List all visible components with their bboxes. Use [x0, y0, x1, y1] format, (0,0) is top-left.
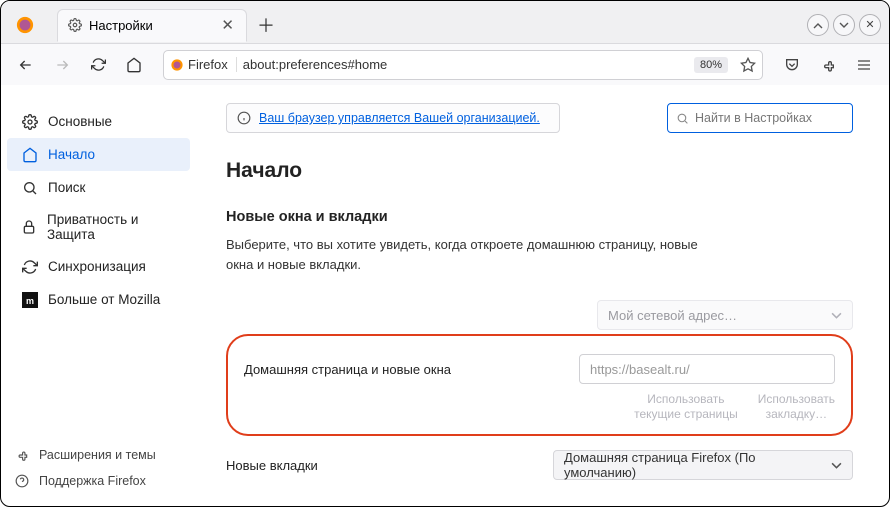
- org-notice: Ваш браузер управляется Вашей организаци…: [226, 103, 560, 133]
- menu-button[interactable]: [849, 50, 879, 80]
- newtabs-label: Новые вкладки: [226, 458, 318, 473]
- homepage-mode-select[interactable]: Мой сетевой адрес…: [597, 300, 853, 330]
- sidebar-item-privacy[interactable]: Приватность и Защита: [7, 204, 190, 250]
- toolbar: Firefox about:preferences#home 80%: [1, 43, 889, 85]
- lock-icon: [21, 219, 37, 236]
- sidebar: Основные Начало Поиск Приватность и Защи…: [1, 85, 196, 506]
- settings-search[interactable]: Найти в Настройках: [667, 103, 853, 133]
- pocket-button[interactable]: [777, 50, 807, 80]
- sidebar-item-sync[interactable]: Синхронизация: [7, 250, 190, 283]
- footer-extensions[interactable]: Расширения и темы: [1, 442, 196, 468]
- org-notice-link[interactable]: Ваш браузер управляется Вашей организаци…: [259, 111, 540, 125]
- chevron-down-icon: [831, 310, 842, 321]
- url-text: about:preferences#home: [243, 57, 388, 72]
- sidebar-item-home[interactable]: Начало: [7, 138, 190, 171]
- identity-box[interactable]: Firefox: [170, 57, 237, 72]
- home-icon: [21, 146, 38, 163]
- info-icon: [237, 111, 251, 125]
- content-area: Основные Начало Поиск Приватность и Защи…: [1, 85, 889, 506]
- homepage-url-input[interactable]: https://basealt.ru/: [579, 354, 835, 384]
- close-icon[interactable]: ✕: [219, 16, 236, 34]
- tab-settings[interactable]: Настройки ✕: [57, 9, 247, 42]
- extensions-button[interactable]: [813, 50, 843, 80]
- star-icon[interactable]: [740, 57, 756, 73]
- search-icon: [676, 112, 689, 125]
- mozilla-icon: m: [21, 291, 38, 308]
- window-controls: ✕: [807, 14, 881, 36]
- puzzle-icon: [15, 448, 29, 462]
- window: Настройки ✕ ＋ ✕ Firefox about:preference…: [0, 0, 890, 507]
- gear-icon: [21, 113, 38, 130]
- section-title: Новые окна и вкладки: [226, 209, 853, 225]
- new-tab-button[interactable]: ＋: [250, 12, 282, 38]
- sidebar-item-search[interactable]: Поиск: [7, 171, 190, 204]
- highlight-box: Домашняя страница и новые окна https://b…: [226, 334, 853, 436]
- page-title: Начало: [226, 159, 853, 183]
- tab-bar: Настройки ✕ ＋ ✕: [1, 1, 889, 43]
- sidebar-item-more[interactable]: m Больше от Mozilla: [7, 283, 190, 316]
- reload-button[interactable]: [83, 50, 113, 80]
- zoom-badge[interactable]: 80%: [694, 57, 728, 73]
- use-bookmark-button[interactable]: Использовать закладку…: [758, 392, 835, 422]
- close-window-button[interactable]: ✕: [859, 14, 881, 36]
- tab-label: Настройки: [89, 18, 153, 33]
- firefox-app-icon: [11, 11, 39, 39]
- minimize-button[interactable]: [807, 14, 829, 36]
- help-icon: [15, 474, 29, 488]
- newtabs-select[interactable]: Домашняя страница Firefox (По умолчанию): [553, 450, 853, 480]
- firefox-icon: [170, 58, 184, 72]
- svg-text:m: m: [25, 296, 33, 306]
- back-button[interactable]: [11, 50, 41, 80]
- section-description: Выберите, что вы хотите увидеть, когда о…: [226, 235, 726, 274]
- use-current-pages-button[interactable]: Использовать текущие страницы: [634, 392, 738, 422]
- maximize-button[interactable]: [833, 14, 855, 36]
- sync-icon: [21, 258, 38, 275]
- gear-icon: [68, 18, 82, 32]
- chevron-down-icon: [831, 460, 842, 471]
- main-panel: Ваш браузер управляется Вашей организаци…: [196, 85, 889, 506]
- search-icon: [21, 179, 38, 196]
- footer-support[interactable]: Поддержка Firefox: [1, 468, 196, 494]
- homepage-label: Домашняя страница и новые окна: [244, 362, 451, 377]
- forward-button[interactable]: [47, 50, 77, 80]
- sidebar-item-general[interactable]: Основные: [7, 105, 190, 138]
- url-bar[interactable]: Firefox about:preferences#home 80%: [163, 50, 763, 80]
- home-button[interactable]: [119, 50, 149, 80]
